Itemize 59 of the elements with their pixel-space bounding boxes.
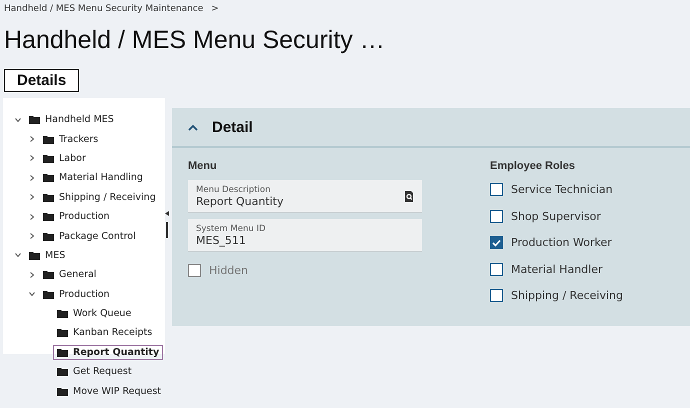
search-icon[interactable] bbox=[404, 190, 414, 202]
group-heading: Employee Roles bbox=[490, 160, 576, 172]
input-field[interactable]: Menu Description Report Quantity bbox=[188, 180, 422, 213]
chevron-right-icon[interactable] bbox=[29, 155, 35, 162]
chevron-up-icon[interactable] bbox=[188, 124, 198, 130]
tree-item[interactable]: Get Request bbox=[53, 364, 136, 380]
tree-item[interactable]: Kanban Receipts bbox=[53, 325, 156, 340]
folder-icon bbox=[57, 348, 68, 357]
tree-item[interactable]: Handheld MES bbox=[25, 112, 118, 128]
folder-icon bbox=[57, 309, 68, 318]
tree-item[interactable]: Labor bbox=[39, 150, 90, 166]
chevron-down-icon[interactable] bbox=[15, 252, 21, 258]
page-title: Handheld / MES Menu Security … bbox=[4, 26, 386, 55]
tree-item[interactable]: General bbox=[39, 267, 100, 282]
folder-icon bbox=[57, 386, 68, 396]
group-heading: Menu bbox=[188, 160, 218, 172]
breadcrumb-separator: > bbox=[211, 4, 219, 14]
chevron-right-icon[interactable] bbox=[29, 272, 35, 278]
folder-icon bbox=[43, 134, 54, 144]
chevron-down-icon[interactable] bbox=[29, 291, 35, 298]
folder-icon bbox=[57, 367, 68, 376]
chevron-right-icon[interactable] bbox=[29, 233, 35, 240]
tree-item[interactable]: Production bbox=[39, 286, 114, 302]
role-checkbox[interactable]: Material Handler bbox=[490, 258, 623, 280]
folder-icon bbox=[29, 250, 40, 260]
check-icon bbox=[492, 238, 501, 247]
tree-item[interactable]: Move WIP Request bbox=[53, 384, 166, 399]
tree-item[interactable]: MES bbox=[25, 248, 70, 263]
splitter-handle[interactable] bbox=[166, 222, 168, 238]
role-checkbox[interactable]: Shop Supervisor bbox=[490, 206, 623, 227]
role-checkbox[interactable]: Service Technician bbox=[490, 179, 623, 200]
tab[interactable]: Details bbox=[4, 69, 80, 92]
tree-item[interactable]: Trackers bbox=[39, 132, 102, 147]
folder-icon bbox=[29, 115, 40, 124]
folder-icon bbox=[43, 154, 54, 163]
tree-item[interactable]: Shipping / Receiving bbox=[39, 190, 160, 205]
folder-icon bbox=[43, 173, 54, 182]
tree-item[interactable]: Report Quantity bbox=[53, 344, 164, 360]
tree-item[interactable]: Package Control bbox=[39, 228, 140, 244]
tree-item[interactable]: Material Handling bbox=[39, 170, 147, 186]
input-field[interactable]: System Menu ID MES_511 bbox=[188, 219, 422, 252]
collapse-arrow-icon[interactable] bbox=[165, 211, 169, 216]
chevron-right-icon[interactable] bbox=[29, 214, 35, 220]
role-checkbox[interactable]: Production Worker bbox=[490, 232, 623, 254]
chevron-right-icon[interactable] bbox=[29, 174, 35, 181]
folder-icon bbox=[43, 232, 54, 241]
role-checkbox[interactable]: Shipping / Receiving bbox=[490, 285, 623, 306]
folder-icon bbox=[57, 328, 68, 338]
folder-icon bbox=[43, 290, 54, 299]
chevron-right-icon[interactable] bbox=[29, 136, 35, 142]
folder-icon bbox=[43, 212, 54, 222]
tree-item[interactable]: Production bbox=[39, 209, 114, 224]
tree-item[interactable]: Work Queue bbox=[53, 306, 136, 322]
chevron-down-icon[interactable] bbox=[15, 116, 21, 123]
folder-icon bbox=[43, 270, 54, 280]
folder-icon bbox=[43, 192, 54, 202]
breadcrumb-link[interactable]: Handheld / MES Menu Security Maintenance bbox=[4, 4, 204, 14]
section-title: Detail bbox=[212, 118, 253, 136]
chevron-right-icon[interactable] bbox=[29, 194, 35, 200]
